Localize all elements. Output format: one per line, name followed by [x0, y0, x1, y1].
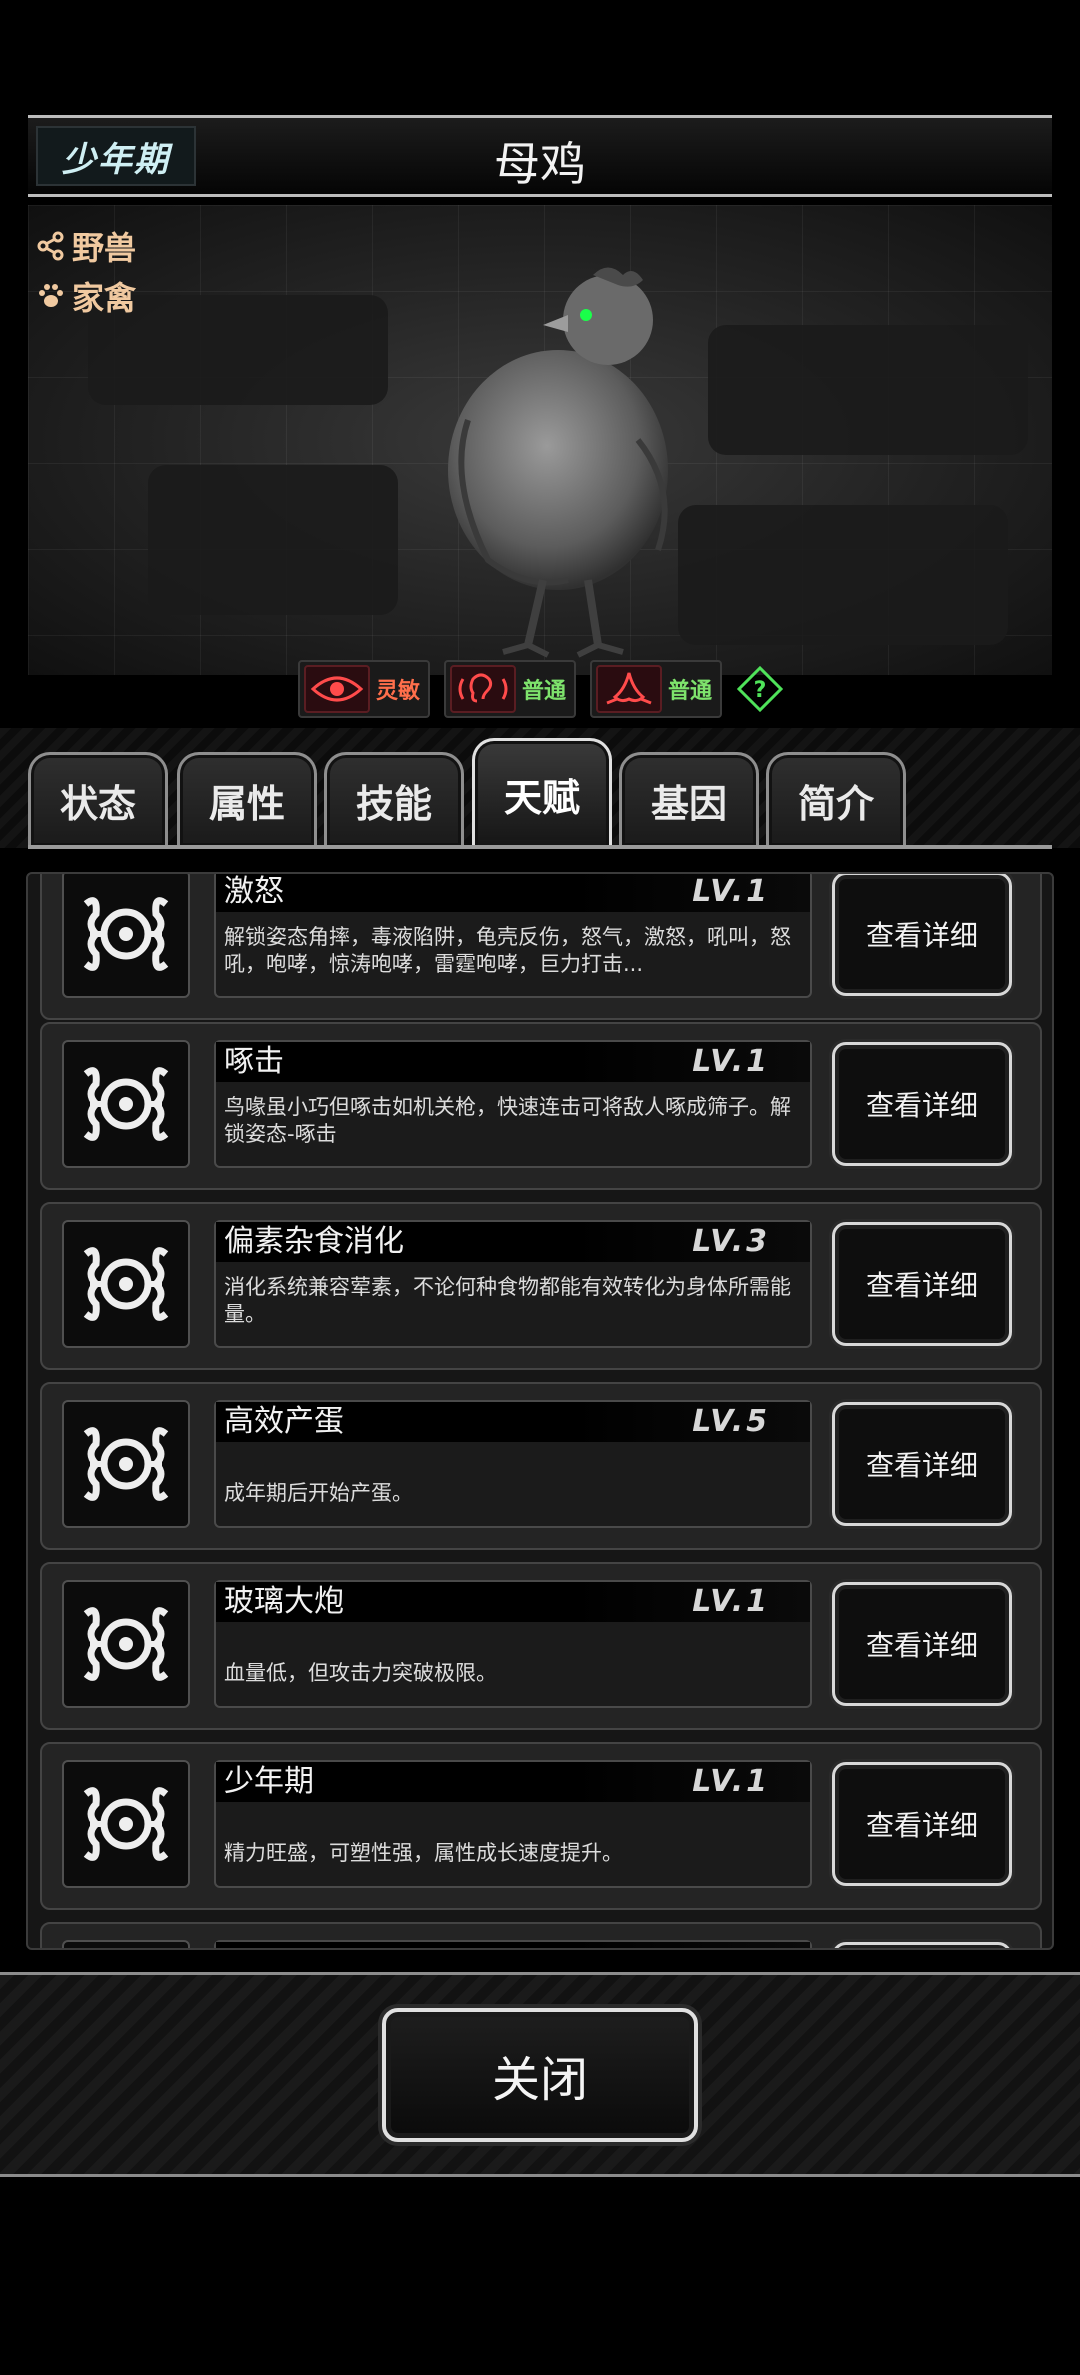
question-diamond-icon[interactable]: ? — [736, 665, 784, 713]
talent-emblem-icon — [62, 1760, 190, 1888]
talent-title-bar: 少年期 LV.1 — [216, 1762, 810, 1802]
tab-skills[interactable]: 技能 — [324, 752, 464, 846]
talent-level: LV.1 — [692, 1764, 770, 1799]
eye-icon — [304, 665, 370, 713]
talent-list[interactable]: 激怒 LV.1 解锁姿态角摔，毒液陷阱，龟壳反伤，怒气，激怒，吼叫，怒吼，咆哮，惊涛… — [26, 872, 1054, 1950]
talent-row: 激怒 LV.1 解锁姿态角摔，毒液陷阱，龟壳反伤，怒气，激怒，吼叫，怒吼，咆哮，惊涛… — [40, 874, 1042, 1020]
talent-description: 血量低，但攻击力突破极限。 — [224, 1661, 497, 1685]
view-details-button[interactable]: 查看详细 — [832, 1042, 1012, 1166]
sense-smell-label: 普通 — [668, 679, 713, 704]
talent-title-bar — [216, 1942, 810, 1948]
view-details-button[interactable]: 查看详细 — [832, 874, 1012, 996]
talent-name: 少年期 — [224, 1764, 314, 1799]
talent-emblem-icon — [62, 1220, 190, 1348]
talent-info: 激怒 LV.1 解锁姿态角摔，毒液陷阱，龟壳反伤，怒气，激怒，吼叫，怒吼，咆哮，惊涛… — [214, 874, 812, 998]
talent-row: 少年期 LV.1 精力旺盛，可塑性强，属性成长速度提升。 查看详细 — [40, 1742, 1042, 1910]
talent-row: 玻璃大炮 LV.1 血量低，但攻击力突破极限。 查看详细 — [40, 1562, 1042, 1730]
close-button[interactable]: 关闭 — [382, 2008, 698, 2142]
talent-title-bar: 高效产蛋 LV.5 — [216, 1402, 810, 1442]
talent-info — [214, 1940, 812, 1948]
talent-title-bar: 激怒 LV.1 — [216, 874, 810, 912]
tab-genes[interactable]: 基因 — [619, 752, 759, 846]
nose-icon — [596, 665, 663, 713]
title-bar: 少年期 母鸡 — [28, 115, 1052, 197]
sense-hearing[interactable]: 普通 — [444, 660, 577, 718]
tag-label: 野兽 — [72, 229, 137, 267]
talent-name: 激怒 — [224, 874, 284, 909]
tab-intro[interactable]: 简介 — [766, 752, 906, 846]
view-details-button[interactable]: 查看详细 — [832, 1222, 1012, 1346]
talent-name: 高效产蛋 — [224, 1404, 344, 1439]
tab-status[interactable]: 状态 — [28, 752, 168, 846]
talent-info: 啄击 LV.1 鸟喙虽小巧但啄击如机关枪，快速连击可将敌人啄成筛子。解锁姿态-啄击 — [214, 1040, 812, 1168]
talent-info: 高效产蛋 LV.5 成年期后开始产蛋。 — [214, 1400, 812, 1528]
talent-emblem-icon — [62, 874, 190, 998]
tag-label: 家禽 — [72, 279, 137, 317]
talent-name: 玻璃大炮 — [224, 1584, 344, 1619]
view-details-button[interactable]: 查看详细 — [832, 1762, 1012, 1886]
talent-level: LV.1 — [692, 1584, 770, 1619]
svg-text:?: ? — [754, 678, 767, 703]
view-details-button[interactable] — [832, 1942, 1012, 1948]
talent-level: LV.1 — [692, 874, 770, 909]
talent-row: 偏素杂食消化 LV.3 消化系统兼容荤素，不论何种食物都能有效转化为身体所需能量。查… — [40, 1202, 1042, 1370]
talent-row-partial — [40, 1922, 1042, 1948]
sense-hearing-label: 普通 — [522, 679, 567, 704]
talent-row: 高效产蛋 LV.5 成年期后开始产蛋。 查看详细 — [40, 1382, 1042, 1550]
talent-title-bar: 玻璃大炮 LV.1 — [216, 1582, 810, 1622]
ear-icon — [450, 665, 517, 713]
tag-beast: 野兽 — [36, 223, 136, 269]
view-details-button[interactable]: 查看详细 — [832, 1582, 1012, 1706]
tab-talents[interactable]: 天赋 — [472, 738, 612, 848]
tab-attributes[interactable]: 属性 — [177, 752, 317, 846]
talent-emblem-icon — [62, 1940, 190, 1948]
talent-description: 成年期后开始产蛋。 — [224, 1481, 413, 1505]
view-details-button[interactable]: 查看详细 — [832, 1402, 1012, 1526]
tag-poultry: 家禽 — [36, 273, 136, 319]
sense-sight-label: 灵敏 — [376, 679, 421, 704]
paw-icon — [36, 281, 66, 311]
talent-emblem-icon — [62, 1400, 190, 1528]
talent-name: 偏素杂食消化 — [224, 1224, 404, 1259]
talent-description: 消化系统兼容荤素，不论何种食物都能有效转化为身体所需能量。 — [224, 1275, 791, 1326]
sense-smell[interactable]: 普通 — [590, 660, 723, 718]
talent-description: 解锁姿态角摔，毒液陷阱，龟壳反伤，怒气，激怒，吼叫，怒吼，咆哮，惊涛咆哮，雷霆咆… — [224, 925, 791, 976]
talent-emblem-icon — [62, 1040, 190, 1168]
talent-level: LV.5 — [692, 1404, 770, 1439]
talent-level: LV.1 — [692, 1044, 770, 1079]
talent-row: 啄击 LV.1 鸟喙虽小巧但啄击如机关枪，快速连击可将敌人啄成筛子。解锁姿态-啄击查… — [40, 1022, 1042, 1190]
senses-row: 灵敏 普通 普通 ? — [298, 660, 784, 718]
creature-name: 母鸡 — [494, 137, 586, 191]
talent-emblem-icon — [62, 1580, 190, 1708]
talent-info: 少年期 LV.1 精力旺盛，可塑性强，属性成长速度提升。 — [214, 1760, 812, 1888]
talent-level: LV.3 — [692, 1224, 770, 1259]
talent-info: 偏素杂食消化 LV.3 消化系统兼容荤素，不论何种食物都能有效转化为身体所需能量。 — [214, 1220, 812, 1348]
talent-info: 玻璃大炮 LV.1 血量低，但攻击力突破极限。 — [214, 1580, 812, 1708]
creature-portrait-panel: 野兽 家禽 灵敏 普通 普通 ? — [28, 205, 1052, 718]
hen-image — [448, 267, 668, 658]
talent-name: 啄击 — [224, 1044, 284, 1079]
talent-title-bar: 啄击 LV.1 — [216, 1042, 810, 1082]
sense-sight[interactable]: 灵敏 — [298, 660, 431, 718]
share-branch-icon — [36, 231, 66, 261]
talent-title-bar: 偏素杂食消化 LV.3 — [216, 1222, 810, 1262]
tabs-divider — [28, 845, 1052, 849]
talent-description: 鸟喙虽小巧但啄击如机关枪，快速连击可将敌人啄成筛子。解锁姿态-啄击 — [224, 1095, 791, 1146]
talent-description: 精力旺盛，可塑性强，属性成长速度提升。 — [224, 1841, 623, 1865]
